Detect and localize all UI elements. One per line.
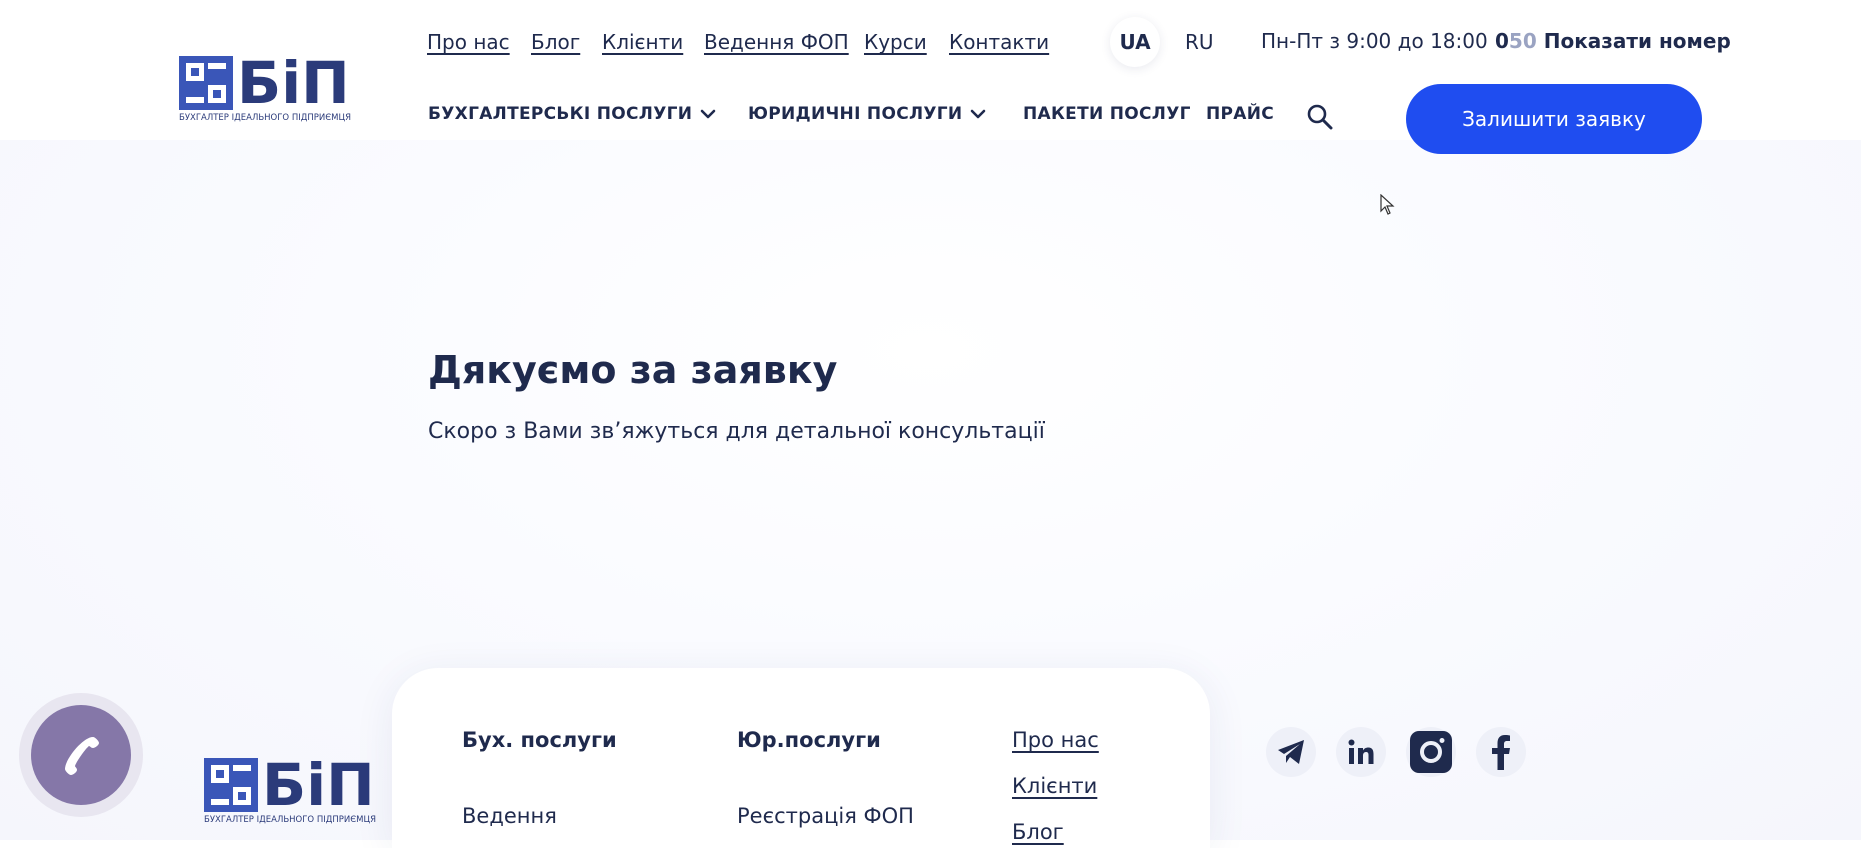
nav-price-label: ПРАЙС xyxy=(1206,104,1275,124)
footer-link-blog[interactable]: Блог xyxy=(1012,820,1064,844)
page-title: Дякуємо за заявку xyxy=(428,348,838,392)
facebook-icon xyxy=(1492,735,1510,770)
logo-text: БіП xyxy=(237,49,350,117)
toplink-contacts[interactable]: Контакти xyxy=(949,30,1049,54)
logo-subtitle: БУХГАЛТЕР ІДЕАЛЬНОГО ПІДПРИЄМЦЯ xyxy=(204,815,377,825)
call-widget-inner xyxy=(31,705,131,805)
search-icon[interactable] xyxy=(1306,103,1334,131)
facebook-button[interactable] xyxy=(1476,727,1526,777)
phone-icon xyxy=(65,737,99,775)
footer-accounting-item[interactable]: Ведення xyxy=(462,804,557,828)
leave-request-button[interactable]: Залишити заявку xyxy=(1406,84,1702,154)
header-logo[interactable]: БіП БУХГАЛТЕР ІДЕАЛЬНОГО ПІДПРИЄМЦЯ xyxy=(179,49,352,123)
nav-accounting-label: БУХГАЛТЕРСЬКІ ПОСЛУГИ xyxy=(428,104,693,124)
logo-mark-icon xyxy=(204,758,258,812)
nav-accounting-services[interactable]: БУХГАЛТЕРСЬКІ ПОСЛУГИ xyxy=(428,104,716,124)
logo-text: БіП xyxy=(262,751,375,819)
telegram-icon xyxy=(1278,740,1304,764)
instagram-button[interactable] xyxy=(1406,727,1456,777)
chevron-down-icon xyxy=(700,109,716,119)
phone-prefix-faded: 50 xyxy=(1508,29,1537,53)
toplink-blog[interactable]: Блог xyxy=(531,30,580,54)
linkedin-icon xyxy=(1348,739,1374,764)
nav-legal-services[interactable]: ЮРИДИЧНІ ПОСЛУГИ xyxy=(748,104,986,124)
nav-legal-label: ЮРИДИЧНІ ПОСЛУГИ xyxy=(748,104,963,124)
footer-logo[interactable]: БіП БУХГАЛТЕР ІДЕАЛЬНОГО ПІДПРИЄМЦЯ xyxy=(204,751,377,825)
call-widget-button[interactable] xyxy=(19,693,143,817)
cursor-icon xyxy=(1380,194,1395,215)
toplink-about[interactable]: Про нас xyxy=(427,30,510,54)
toplink-courses[interactable]: Курси xyxy=(864,30,927,54)
nav-packages-label: ПАКЕТИ ПОСЛУГ xyxy=(1023,104,1191,124)
footer-legal-heading: Юр.послуги xyxy=(737,728,881,752)
show-phone-label: Показати номер xyxy=(1543,29,1731,53)
lang-ru-button[interactable]: RU xyxy=(1185,30,1214,54)
toplink-clients[interactable]: Клієнти xyxy=(602,30,683,54)
logo-subtitle: БУХГАЛТЕР ІДЕАЛЬНОГО ПІДПРИЄМЦЯ xyxy=(179,113,352,123)
show-phone-button[interactable]: 050 Показати номер xyxy=(1495,29,1731,53)
page-subtitle: Скоро з Вами зв’яжуться для детальної ко… xyxy=(428,419,1045,444)
instagram-icon xyxy=(1410,731,1452,773)
footer-legal-item[interactable]: Реєстрація ФОП xyxy=(737,804,914,828)
linkedin-button[interactable] xyxy=(1336,727,1386,777)
footer-link-clients[interactable]: Клієнти xyxy=(1012,774,1097,798)
nav-packages[interactable]: ПАКЕТИ ПОСЛУГ xyxy=(1023,104,1191,124)
toplink-fop[interactable]: Ведення ФОП xyxy=(704,30,849,54)
working-hours: Пн-Пт з 9:00 до 18:00 xyxy=(1261,29,1488,53)
footer-accounting-heading: Бух. послуги xyxy=(462,728,617,752)
logo-mark-icon xyxy=(179,56,233,110)
telegram-button[interactable] xyxy=(1266,727,1316,777)
footer-link-about[interactable]: Про нас xyxy=(1012,728,1099,752)
lang-ua-button[interactable]: UA xyxy=(1110,17,1160,67)
phone-prefix: 0 xyxy=(1495,29,1509,53)
chevron-down-icon xyxy=(971,109,986,119)
nav-price[interactable]: ПРАЙС xyxy=(1206,104,1274,124)
